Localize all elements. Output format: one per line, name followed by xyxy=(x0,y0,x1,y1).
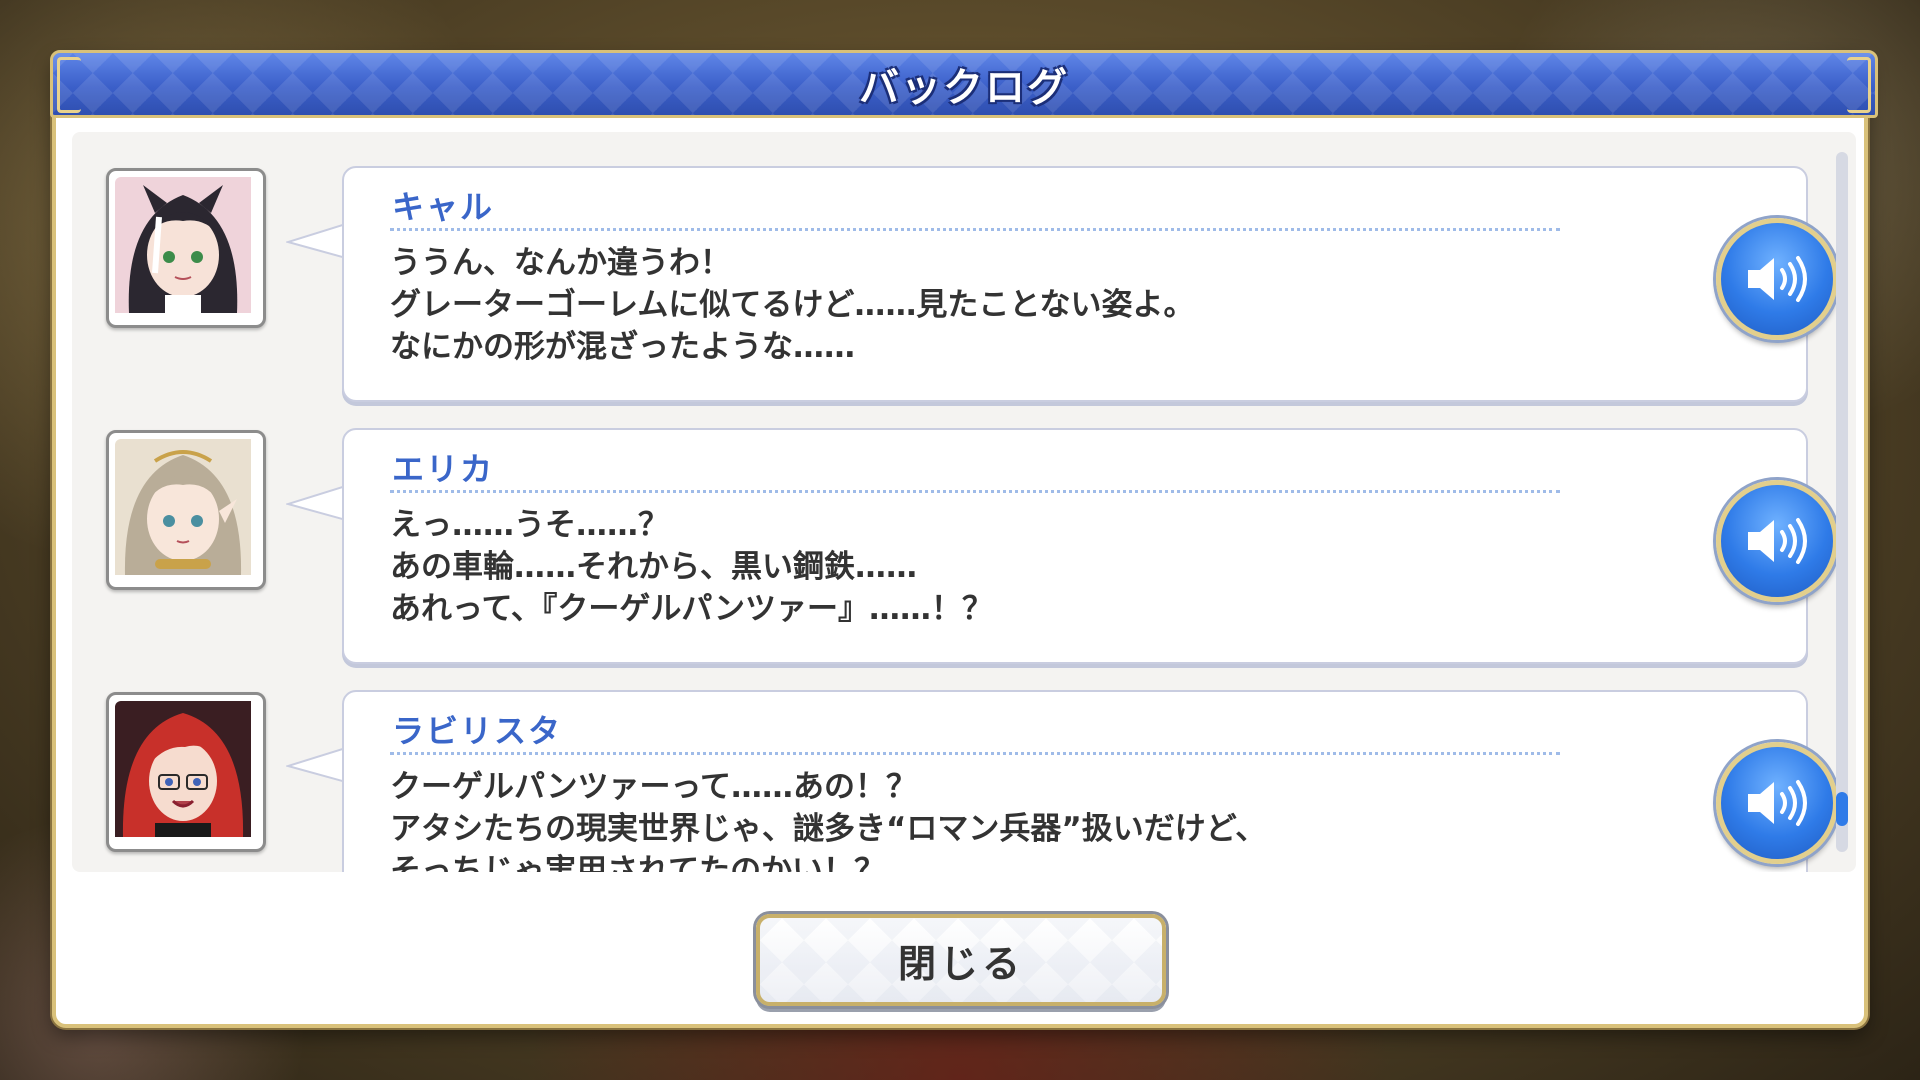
dialogue-line: クーゲルパンツァーって……あの！？ xyxy=(390,769,917,805)
dialogue-bubble: ラビリスタ クーゲルパンツァーって……あの！？ アタシたちの現実世界じゃ、謎多き… xyxy=(342,690,1838,872)
portrait-avatar xyxy=(106,692,266,852)
speaker-volume-icon xyxy=(1748,780,1807,826)
voice-replay-button[interactable] xyxy=(1716,218,1838,340)
bubble-tail xyxy=(286,222,346,262)
scrollbar-track[interactable] xyxy=(1836,152,1848,852)
dialogue-line: そっちじゃ実用されてたのかい！？ xyxy=(390,853,886,872)
portrait-avatar xyxy=(106,168,266,328)
voice-replay-button[interactable] xyxy=(1716,480,1838,602)
dialogue-line: ううん、なんか違うわ！ xyxy=(390,245,731,281)
dialogue-line: あの車輪……それから、黒い鋼鉄…… xyxy=(390,549,917,585)
dialogue-line: えっ……うそ……？ xyxy=(390,507,669,543)
divider xyxy=(390,228,1560,231)
dialogue-text: ううん、なんか違うわ！ グレーターゴーレムに似てるけど……見たことない姿よ。 な… xyxy=(390,242,1490,368)
dialog-title: バックログ xyxy=(859,65,1069,111)
log-entry: ラビリスタ クーゲルパンツァーって……あの！？ アタシたちの現実世界じゃ、謎多き… xyxy=(72,686,1856,872)
speaker-name: キャル xyxy=(392,188,495,226)
dialog-title-bar: バックログ xyxy=(50,50,1878,118)
dialogue-line: なにかの形が混ざったような…… xyxy=(390,329,855,365)
dialogue-text: クーゲルパンツァーって……あの！？ アタシたちの現実世界じゃ、謎多き“ロマン兵器… xyxy=(390,766,1490,872)
bubble-tail xyxy=(286,746,346,786)
log-entry: キャル ううん、なんか違うわ！ グレーターゴーレムに似てるけど……見たことない姿… xyxy=(72,162,1856,402)
dialogue-text: えっ……うそ……？ あの車輪……それから、黒い鋼鉄…… あれって、『クーゲルパン… xyxy=(390,504,1490,630)
dialogue-bubble: キャル ううん、なんか違うわ！ グレーターゴーレムに似てるけど……見たことない姿… xyxy=(342,166,1838,402)
divider xyxy=(390,490,1560,493)
character-portrait-erika-icon xyxy=(115,439,257,581)
scrollbar-thumb[interactable] xyxy=(1836,792,1848,826)
log-entry: エリカ えっ……うそ……？ あの車輪……それから、黒い鋼鉄…… あれって、『クー… xyxy=(72,424,1856,664)
character-portrait-kyaru-icon xyxy=(115,177,257,319)
portrait-avatar xyxy=(106,430,266,590)
speaker-volume-icon xyxy=(1748,518,1807,564)
divider xyxy=(390,752,1560,755)
dialogue-line: グレーターゴーレムに似てるけど……見たことない姿よ。 xyxy=(390,287,1195,323)
ornament-left-icon xyxy=(57,57,81,113)
dialogue-line: あれって、『クーゲルパンツァー』……！？ xyxy=(390,591,993,627)
dialogue-bubble: エリカ えっ……うそ……？ あの車輪……それから、黒い鋼鉄…… あれって、『クー… xyxy=(342,428,1838,664)
ornament-right-icon xyxy=(1847,57,1871,113)
voice-replay-button[interactable] xyxy=(1716,742,1838,864)
close-button[interactable]: 閉じる xyxy=(756,914,1166,1006)
close-button-label: 閉じる xyxy=(897,941,1024,986)
backlog-dialog: バックログ キャル ううん、なんか違うわ！ グレーターゴーレムに似てるけど……見… xyxy=(50,50,1878,1028)
bubble-tail xyxy=(286,484,346,524)
speaker-name: エリカ xyxy=(392,450,495,488)
character-portrait-labyrista-icon xyxy=(115,701,257,843)
backlog-list[interactable]: キャル ううん、なんか違うわ！ グレーターゴーレムに似てるけど……見たことない姿… xyxy=(72,132,1856,872)
speaker-volume-icon xyxy=(1748,256,1807,302)
speaker-name: ラビリスタ xyxy=(392,712,563,750)
dialogue-line: アタシたちの現実世界じゃ、謎多き“ロマン兵器”扱いだけど、 xyxy=(390,811,1267,847)
